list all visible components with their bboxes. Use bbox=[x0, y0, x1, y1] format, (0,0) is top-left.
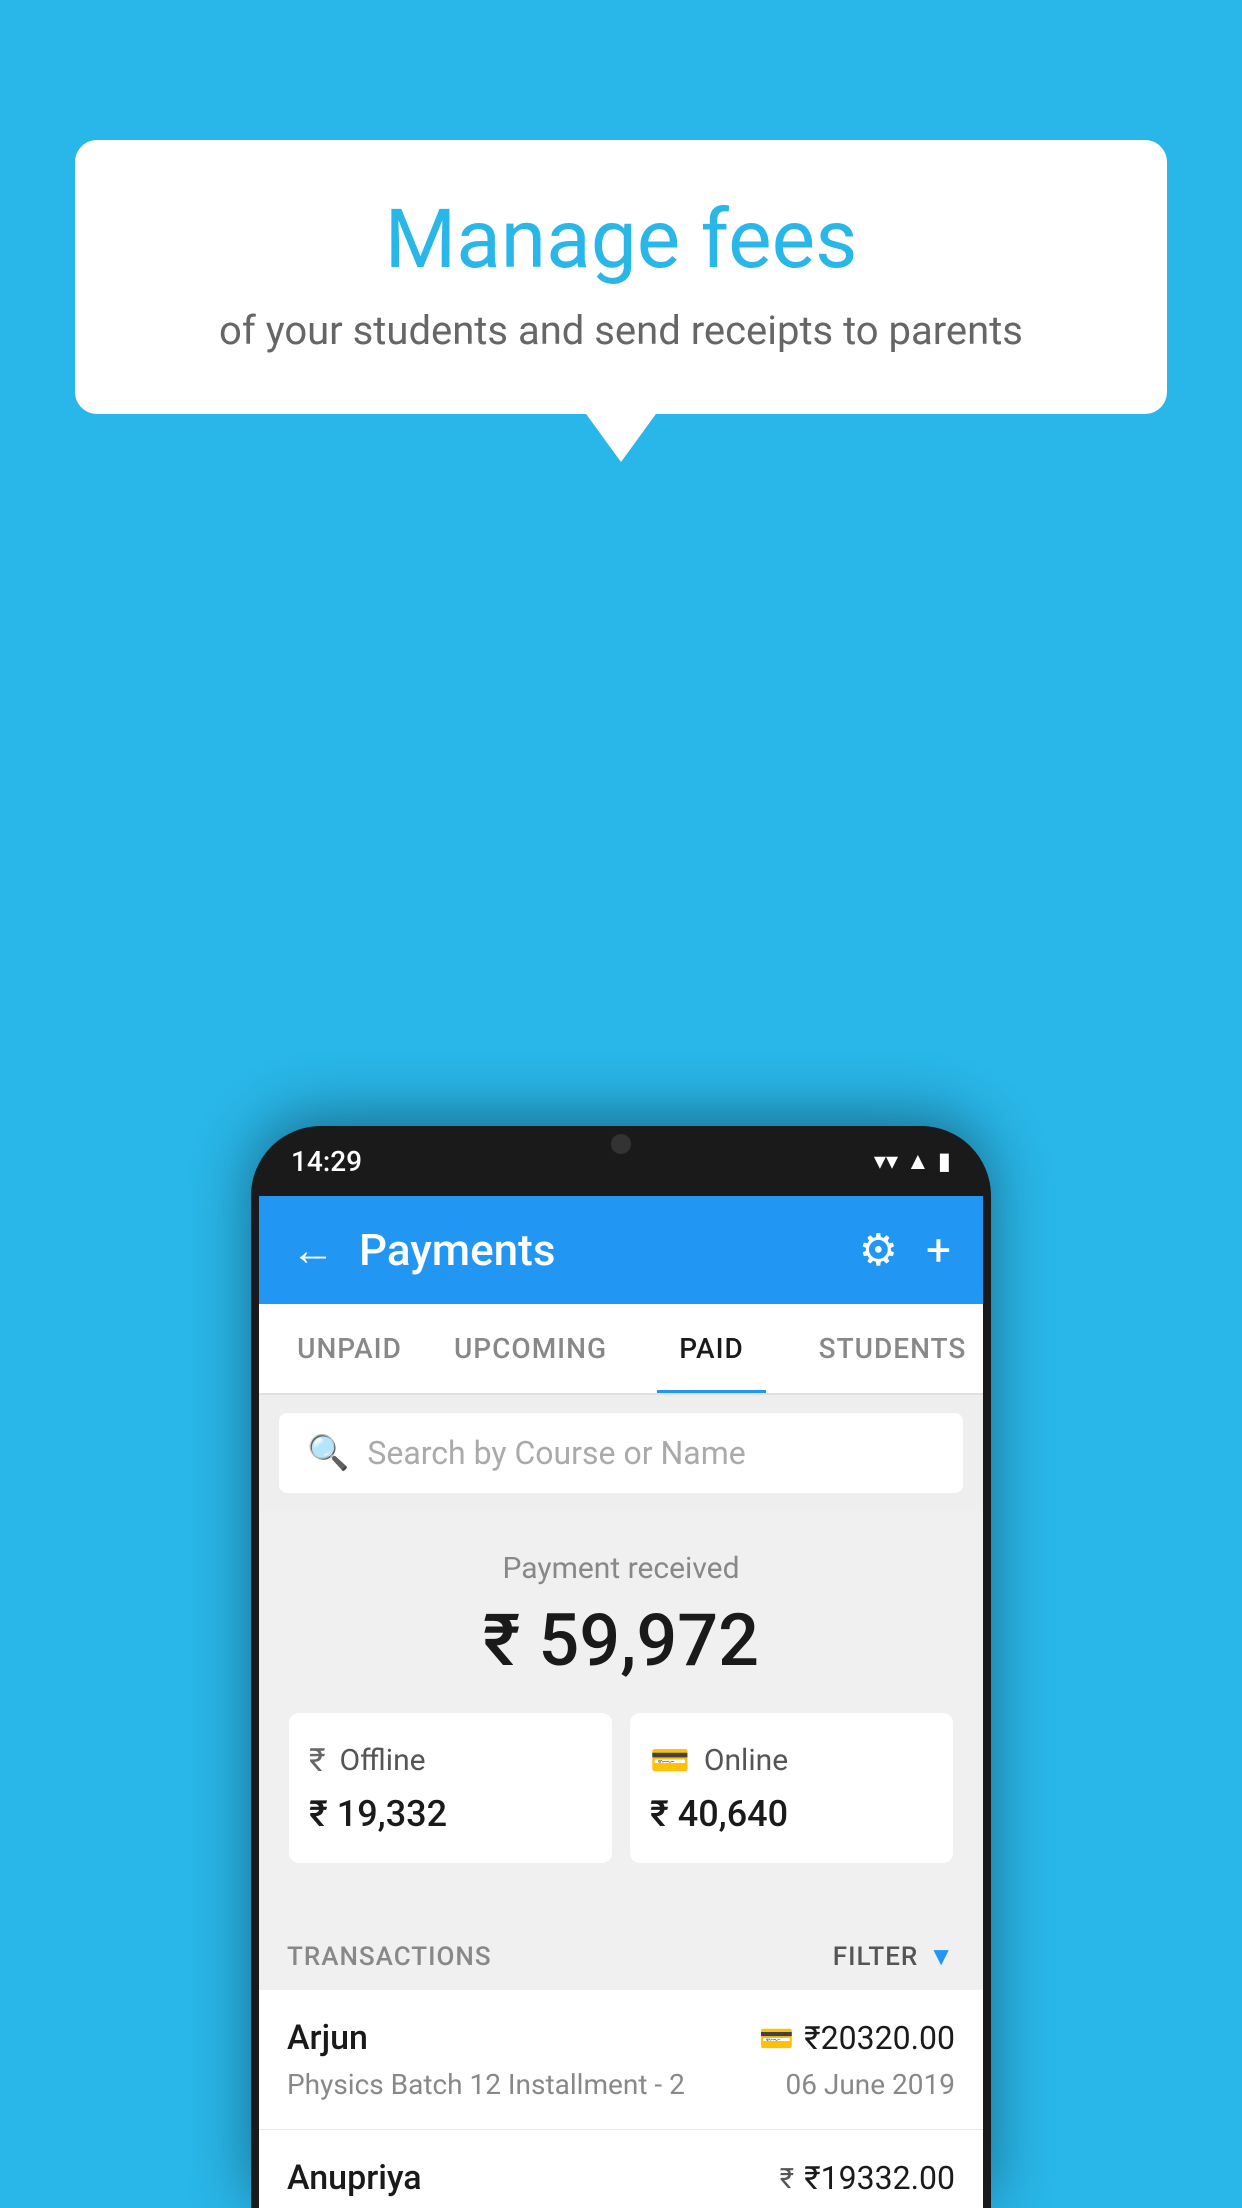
online-amount: ₹ 40,640 bbox=[650, 1793, 933, 1835]
payment-received-label: Payment received bbox=[279, 1551, 963, 1586]
signal-icon: ▲ bbox=[906, 1147, 930, 1176]
rupee-icon: ₹ bbox=[309, 1741, 326, 1779]
online-card-header: 💳 Online bbox=[650, 1741, 933, 1779]
search-container: 🔍 Search by Course or Name bbox=[259, 1395, 983, 1511]
status-time: 14:29 bbox=[291, 1145, 362, 1178]
payment-received-section: Payment received ₹ 59,972 ₹ Offline ₹ 19… bbox=[259, 1511, 983, 1913]
settings-icon[interactable]: ⚙ bbox=[859, 1224, 898, 1276]
bubble-title: Manage fees bbox=[135, 195, 1107, 285]
notch bbox=[551, 1126, 691, 1166]
transaction-date: 06 June 2019 bbox=[785, 2068, 955, 2101]
search-bar[interactable]: 🔍 Search by Course or Name bbox=[279, 1413, 963, 1493]
header-actions: ⚙ + bbox=[859, 1224, 951, 1276]
transactions-label: TRANSACTIONS bbox=[287, 1942, 492, 1972]
app-screen: ← Payments ⚙ + UNPAID UPCOMING PAID STUD… bbox=[251, 1196, 991, 2208]
transaction-name: Arjun bbox=[287, 2018, 368, 2058]
search-input[interactable]: Search by Course or Name bbox=[367, 1434, 935, 1472]
transaction-partial-top: Anupriya ₹ ₹19332.00 bbox=[287, 2158, 955, 2198]
card-icon: 💳 bbox=[650, 1741, 690, 1779]
filter-label: FILTER bbox=[833, 1942, 918, 1972]
camera bbox=[611, 1134, 631, 1154]
filter-button[interactable]: FILTER ▼ bbox=[833, 1941, 955, 1972]
payment-card-icon: 💳 bbox=[759, 2022, 794, 2055]
wifi-icon: ▾▾ bbox=[874, 1147, 898, 1175]
status-icons: ▾▾ ▲ ▮ bbox=[874, 1147, 951, 1176]
tab-students[interactable]: STUDENTS bbox=[802, 1304, 983, 1393]
transaction-row-partial[interactable]: Anupriya ₹ ₹19332.00 bbox=[259, 2130, 983, 2208]
app-header: ← Payments ⚙ + bbox=[259, 1196, 983, 1304]
tab-paid[interactable]: PAID bbox=[621, 1304, 802, 1393]
back-button[interactable]: ← bbox=[291, 1224, 335, 1276]
rupee-payment-icon: ₹ bbox=[780, 2162, 794, 2195]
add-button[interactable]: + bbox=[926, 1224, 951, 1276]
speech-bubble-container: Manage fees of your students and send re… bbox=[75, 140, 1167, 414]
tabs-bar: UNPAID UPCOMING PAID STUDENTS bbox=[259, 1304, 983, 1395]
battery-icon: ▮ bbox=[938, 1147, 951, 1175]
payment-cards: ₹ Offline ₹ 19,332 💳 Online ₹ 40,640 bbox=[279, 1713, 963, 1883]
speech-bubble: Manage fees of your students and send re… bbox=[75, 140, 1167, 414]
transaction-bottom: Physics Batch 12 Installment - 2 06 June… bbox=[287, 2068, 955, 2101]
bubble-subtitle: of your students and send receipts to pa… bbox=[135, 307, 1107, 354]
tab-unpaid[interactable]: UNPAID bbox=[259, 1304, 440, 1393]
header-left: ← Payments bbox=[291, 1224, 555, 1276]
online-card: 💳 Online ₹ 40,640 bbox=[630, 1713, 953, 1863]
transaction-top: Arjun 💳 ₹20320.00 bbox=[287, 2018, 955, 2058]
status-bar: 14:29 ▾▾ ▲ ▮ bbox=[251, 1126, 991, 1196]
transactions-header: TRANSACTIONS FILTER ▼ bbox=[259, 1913, 983, 1990]
transaction-course: Physics Batch 12 Installment - 2 bbox=[287, 2068, 685, 2101]
offline-card: ₹ Offline ₹ 19,332 bbox=[289, 1713, 612, 1863]
search-icon: 🔍 bbox=[307, 1433, 349, 1473]
page-title: Payments bbox=[359, 1224, 555, 1276]
transaction-amount-2: ₹19332.00 bbox=[804, 2159, 955, 2197]
tab-upcoming[interactable]: UPCOMING bbox=[440, 1304, 621, 1393]
online-label: Online bbox=[704, 1743, 788, 1778]
transaction-amount: ₹20320.00 bbox=[804, 2019, 955, 2057]
transaction-row[interactable]: Arjun 💳 ₹20320.00 Physics Batch 12 Insta… bbox=[259, 1990, 983, 2130]
offline-card-header: ₹ Offline bbox=[309, 1741, 592, 1779]
phone-frame: 14:29 ▾▾ ▲ ▮ ← Payments ⚙ + UNPAID bbox=[251, 1126, 991, 2208]
offline-label: Offline bbox=[340, 1743, 426, 1778]
transaction-name-2: Anupriya bbox=[287, 2158, 422, 2198]
transaction-amount-container: 💳 ₹20320.00 bbox=[759, 2019, 955, 2057]
payment-total-amount: ₹ 59,972 bbox=[279, 1598, 963, 1683]
transaction-partial-amount-container: ₹ ₹19332.00 bbox=[780, 2159, 955, 2197]
offline-amount: ₹ 19,332 bbox=[309, 1793, 592, 1835]
filter-icon: ▼ bbox=[928, 1941, 955, 1972]
